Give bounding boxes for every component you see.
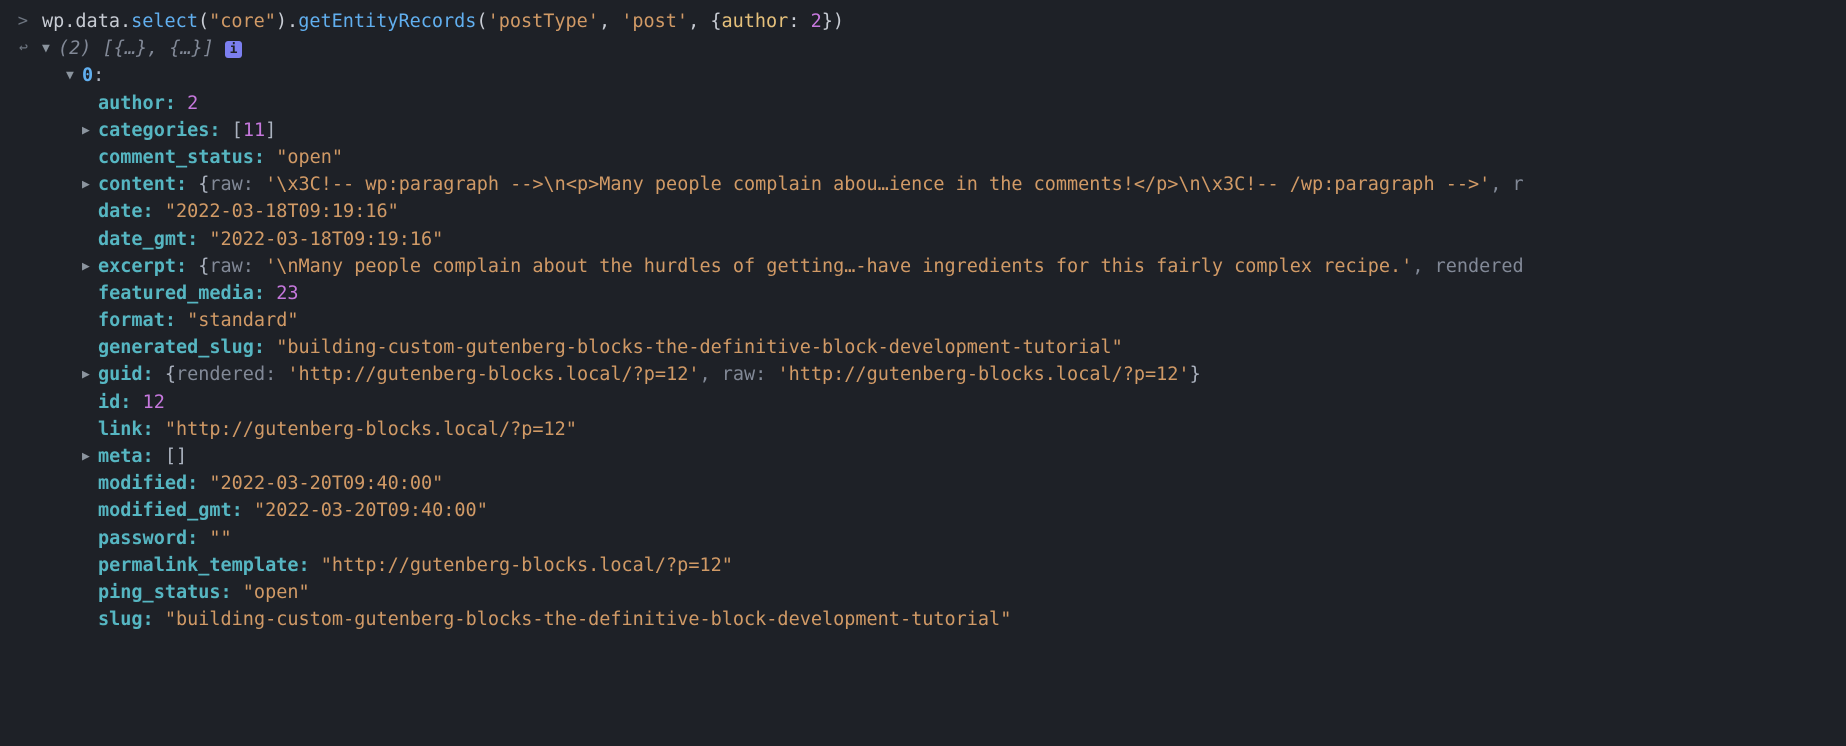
expand-toggle-excerpt[interactable] — [82, 257, 96, 276]
prop-modified-gmt: modified_gmt: "2022-03-20T09:40:00" — [0, 497, 1846, 524]
prop-permalink-template: permalink_template: "http://gutenberg-bl… — [0, 552, 1846, 579]
console-input-row[interactable]: > wp.data.select("core").getEntityRecord… — [0, 8, 1846, 35]
prop-format: format: "standard" — [0, 307, 1846, 334]
expand-toggle-guid[interactable] — [82, 365, 96, 384]
prop-date: date: "2022-03-18T09:19:16" — [0, 198, 1846, 225]
input-prompt: > — [0, 8, 38, 34]
array-length: (2) — [58, 38, 91, 59]
result-indicator: ↪ — [0, 35, 38, 61]
prop-ping-status: ping_status: "open" — [0, 579, 1846, 606]
prop-slug: slug: "building-custom-gutenberg-blocks-… — [0, 606, 1846, 633]
prop-categories[interactable]: categories: [11] — [0, 117, 1846, 144]
console-input-code: wp.data.select("core").getEntityRecords(… — [38, 8, 1846, 35]
expand-toggle-meta[interactable] — [82, 447, 96, 466]
console-result-row[interactable]: ↪ (2) [{…}, {…}] i — [0, 35, 1846, 62]
prop-link: link: "http://gutenberg-blocks.local/?p=… — [0, 416, 1846, 443]
prop-featured-media: featured_media: 23 — [0, 280, 1846, 307]
prop-date-gmt: date_gmt: "2022-03-18T09:19:16" — [0, 226, 1846, 253]
expand-toggle-categories[interactable] — [82, 121, 96, 140]
prop-password: password: "" — [0, 525, 1846, 552]
prop-author: author: 2 — [0, 90, 1846, 117]
prop-meta[interactable]: meta: [] — [0, 443, 1846, 470]
prop-modified: modified: "2022-03-20T09:40:00" — [0, 470, 1846, 497]
info-icon[interactable]: i — [225, 41, 242, 58]
expand-toggle-content[interactable] — [82, 175, 96, 194]
prop-guid[interactable]: guid: {rendered: 'http://gutenberg-block… — [0, 361, 1846, 388]
prop-id: id: 12 — [0, 389, 1846, 416]
expand-toggle-array[interactable] — [42, 39, 56, 58]
prop-excerpt[interactable]: excerpt: {raw: '\nMany people complain a… — [0, 253, 1846, 280]
prop-comment-status: comment_status: "open" — [0, 144, 1846, 171]
prop-content[interactable]: content: {raw: '\x3C!-- wp:paragraph -->… — [0, 171, 1846, 198]
array-item-0[interactable]: 0: — [0, 62, 1846, 89]
expand-toggle-item-0[interactable] — [66, 66, 80, 85]
item-index: 0 — [82, 65, 93, 86]
array-preview: [{…}, {…}] — [103, 38, 214, 59]
prop-generated-slug: generated_slug: "building-custom-gutenbe… — [0, 334, 1846, 361]
